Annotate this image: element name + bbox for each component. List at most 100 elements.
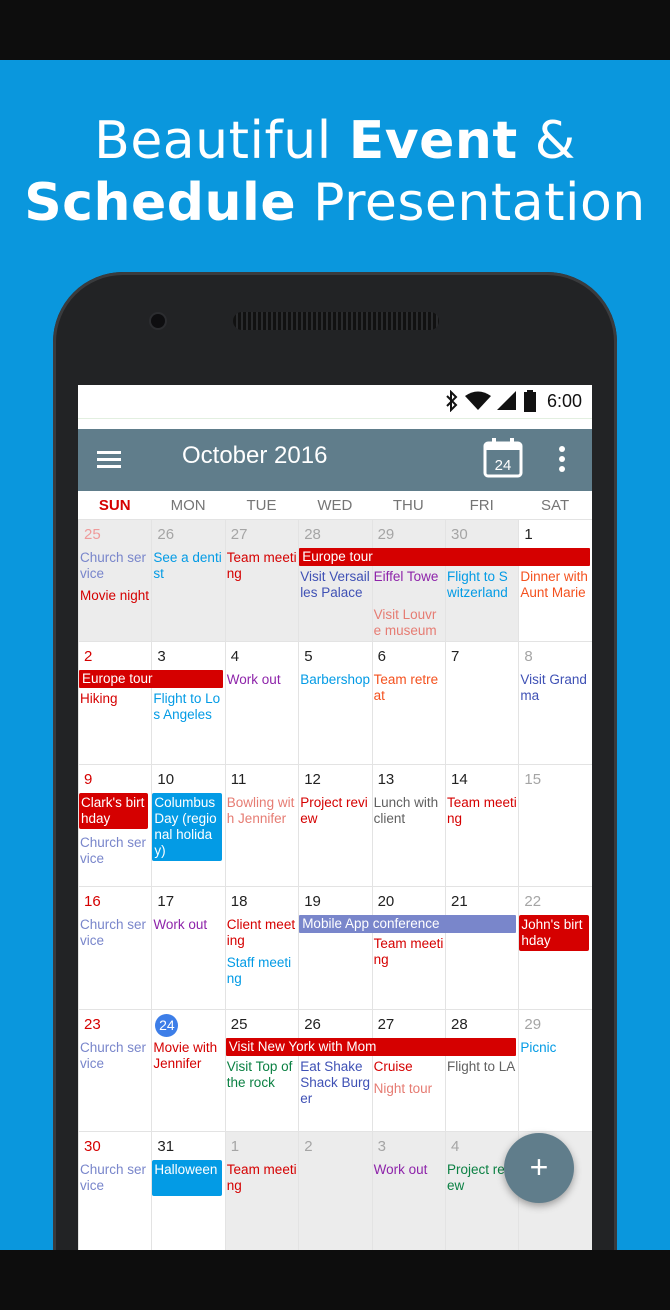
event-label[interactable]: Church service [80,1040,150,1072]
day-cell[interactable]: 30 Flight to Switzerland [445,520,519,642]
today-calendar-icon[interactable]: 24 [482,437,524,479]
date-number: 17 [157,893,175,911]
day-cell[interactable]: 7 [445,642,518,765]
day-cell[interactable]: 19 [298,887,371,1010]
day-cell[interactable]: 28 Flight to LA [445,1009,518,1132]
all-day-event-chip[interactable]: Clark's birthday [79,792,149,829]
event-label[interactable]: Church service [80,835,150,867]
day-cell[interactable]: 13 Lunch with client [371,764,445,887]
event-label[interactable]: Church service [80,917,150,949]
day-cell[interactable]: 25 Visit Top of the rock [224,1009,298,1132]
event-label[interactable]: Church service [80,1162,150,1194]
day-cell[interactable]: 2 [298,1132,372,1250]
event-label[interactable]: Flight to Switzerland [447,569,517,601]
event-label[interactable]: Work out [227,672,297,688]
add-event-button[interactable]: + [504,1133,574,1203]
event-label[interactable]: Night tour [374,1081,444,1097]
event-label[interactable]: Eiffel Towe [374,569,444,585]
promo-banner: Beautiful Event & Schedule Presentation [0,60,670,1250]
all-day-event-chip[interactable]: John's birthday [519,915,589,952]
day-cell[interactable]: 4 Work out [224,642,298,765]
day-cell[interactable]: 28 Visit Versailles Palace [298,520,372,642]
date-number: 20 [377,893,395,911]
date-number: 5 [304,648,313,666]
event-label[interactable]: Picnic [520,1040,590,1056]
multi-day-event-bar[interactable]: Visit New York with Mom [225,1037,517,1056]
day-cell[interactable]: 21 [445,887,518,1010]
day-cell[interactable]: 23 Church service [78,1009,151,1132]
event-label[interactable]: Visit Top of the rock [227,1059,297,1091]
date-number: 3 [377,1138,386,1155]
event-label[interactable]: Visit Versailles Palace [300,569,370,601]
all-day-event-chip[interactable]: Halloween [152,1160,222,1196]
event-label[interactable]: Barbershop [300,672,370,688]
day-cell[interactable]: 25 Church service Movie night [78,520,152,642]
all-day-event-chip[interactable]: Columbus Day (regional holiday) [152,792,222,861]
day-cell[interactable]: 24 Movie with Jennifer [151,1009,224,1132]
day-cell[interactable]: 3 Flight to Los Angeles [151,642,224,765]
event-label[interactable]: Client meeting [227,917,297,949]
day-cell[interactable]: 8 Visit Grandma [518,642,591,765]
day-cell[interactable]: 27 Team meeting [224,520,299,642]
multi-day-event-bar[interactable]: Europe tour [79,670,223,689]
week-row: 9 Church service 10 11 Bowling with Jennifer… [78,763,592,887]
event-label[interactable]: Lunch with client [374,795,444,827]
multi-day-event-bar[interactable]: Mobile App conference [299,915,517,934]
event-label[interactable]: Cruise [374,1059,444,1075]
event-label[interactable]: See a dentist [153,550,223,582]
event-label[interactable]: Eat Shake Shack Burger [300,1059,370,1107]
day-cell[interactable]: 1 Team meeting [224,1132,299,1250]
today-date-number: 24 [155,1013,179,1037]
menu-icon[interactable] [94,445,124,475]
day-cell[interactable]: 1 Dinner with Aunt Marie [518,520,591,642]
weekday-label: WED [317,497,353,514]
bottom-letterbox [0,1250,670,1310]
day-cell[interactable]: 17 Work out [151,887,224,1010]
event-label[interactable]: Visit Grandma [520,672,590,704]
event-label[interactable]: Team meeting [227,550,297,582]
event-label[interactable]: Team meeting [447,795,517,827]
day-cell[interactable]: 14 Team meeting [445,764,518,887]
event-label[interactable]: Work out [374,1162,444,1178]
more-vert-icon[interactable] [548,441,576,477]
event-label[interactable]: Flight to LA [447,1059,517,1075]
day-cell[interactable]: 29 Picnic [518,1009,591,1132]
day-cell[interactable]: 30 Church service [78,1132,151,1250]
month-title[interactable]: October 2016 [182,442,327,470]
event-label[interactable]: Church service [80,550,150,582]
event-label[interactable]: Visit Louvre museum [374,607,444,639]
event-label[interactable]: Dinner with Aunt Marie [520,569,590,601]
day-cell[interactable]: 29 Eiffel Towe Visit Louvre museum [371,520,445,642]
day-cell[interactable]: 12 Project review [298,764,371,887]
day-cell[interactable]: 26 Eat Shake Shack Burger [298,1009,371,1132]
day-cell[interactable]: 15 [518,764,591,887]
event-label[interactable]: Staff meeting [227,955,297,987]
status-bar: 6:00 [78,385,592,419]
day-cell[interactable]: 3 Work out [371,1132,445,1250]
event-label[interactable]: Bowling with Jennifer [227,795,297,827]
event-label[interactable]: Team meeting [227,1162,297,1194]
event-label[interactable]: Flight to Los Angeles [153,691,223,723]
day-cell[interactable]: 11 Bowling with Jennifer [224,764,298,887]
date-number: 25 [84,526,101,543]
event-label[interactable]: Hiking [80,691,150,707]
day-cell[interactable]: 20 Team meeting [371,887,445,1010]
day-cell[interactable]: 18 Client meeting Staff meeting [224,887,298,1010]
event-label[interactable]: Team retreat [374,672,444,704]
day-cell[interactable]: 6 Team retreat [371,642,445,765]
date-number: 27 [377,1015,395,1033]
multi-day-event-bar[interactable]: Europe tour [299,548,590,566]
day-cell[interactable]: 27 Cruise Night tour [371,1009,445,1132]
day-cell[interactable]: 2 Hiking [78,642,151,765]
earpiece-speaker [233,312,439,330]
day-cell[interactable]: 16 Church service [78,887,151,1010]
day-cell[interactable]: 5 Barbershop [298,642,371,765]
event-label[interactable]: Project review [300,795,370,827]
date-number: 26 [157,526,175,543]
date-number: 26 [304,1015,321,1033]
event-label[interactable]: Work out [153,917,223,933]
event-label[interactable]: Movie with Jennifer [153,1040,223,1072]
day-cell[interactable]: 26 See a dentist [151,520,225,642]
event-label[interactable]: Team meeting [374,936,444,968]
event-label[interactable]: Movie night [80,588,150,604]
